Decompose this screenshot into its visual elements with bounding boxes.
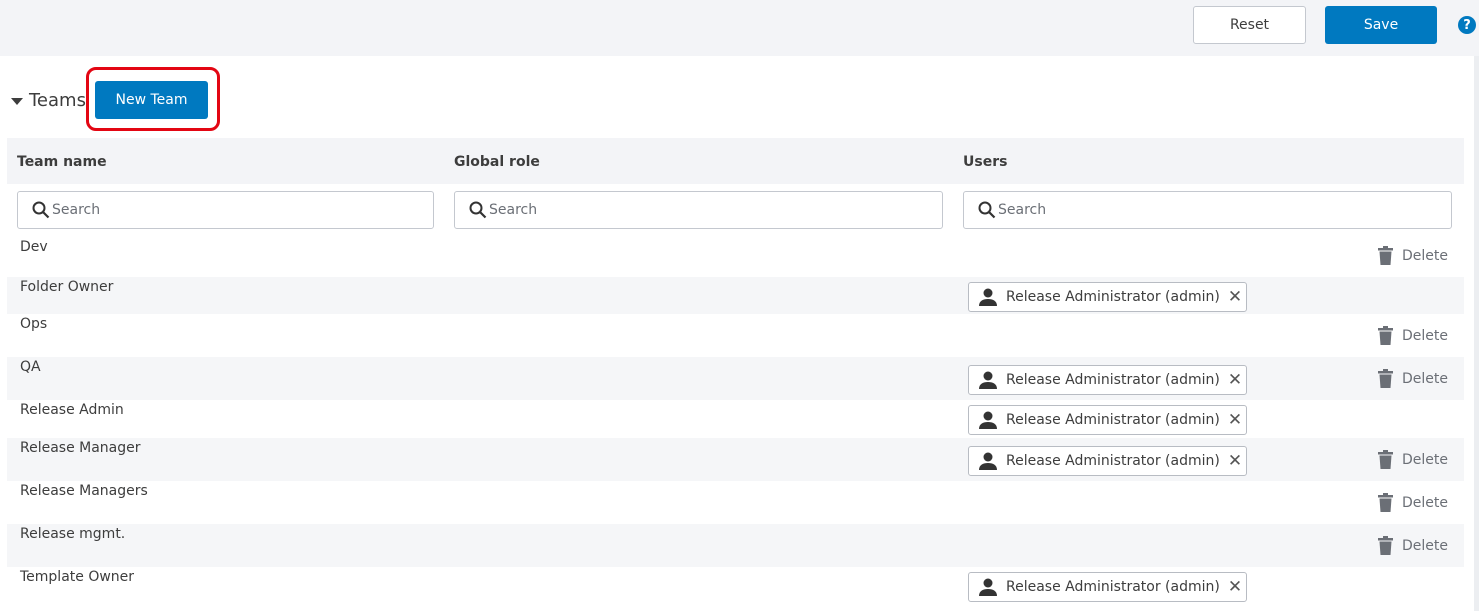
new-team-button[interactable]: New Team [95,81,208,119]
user-icon [979,452,997,470]
table-row[interactable]: Release Manager Release Administrator (ad… [7,438,1464,481]
search-placeholder: Search [998,202,1047,218]
table-row[interactable]: Folder Owner Release Administrator (admin… [7,277,1464,314]
column-header-global-role[interactable]: Global role [454,154,540,170]
team-name: Ops [20,316,48,332]
search-placeholder: Search [489,202,538,218]
global-role-search-input[interactable]: Search [454,191,943,229]
user-icon [979,411,997,429]
delete-label: Delete [1402,451,1448,468]
delete-team-button[interactable]: Delete [1378,450,1448,469]
team-name: Release mgmt. [20,526,126,542]
table-row[interactable]: Release Managers Delete [7,481,1464,524]
delete-team-button[interactable]: Delete [1378,493,1448,512]
user-chip: Release Administrator (admin) ✕ [968,572,1247,602]
table-row[interactable]: Release mgmt. Delete [7,524,1464,567]
team-name: Dev [20,239,48,255]
delete-label: Delete [1402,370,1448,387]
user-chip-label: Release Administrator (admin) [1006,412,1220,428]
column-header-team-name[interactable]: Team name [17,154,107,170]
table-row[interactable]: Ops Delete [7,314,1464,357]
reset-button[interactable]: Reset [1193,6,1306,44]
table-header: Team name Global role Users [7,138,1464,184]
column-header-users[interactable]: Users [963,154,1007,170]
user-icon [979,578,997,596]
search-icon [978,201,996,219]
table-row[interactable]: Release Admin Release Administrator (admi… [7,400,1464,438]
remove-user-icon[interactable]: ✕ [1228,370,1242,390]
team-name: QA [20,359,41,375]
table-row[interactable]: QA Release Administrator (admin) ✕ Delete [7,357,1464,400]
section-title: Teams [29,90,86,111]
trash-icon [1378,326,1393,345]
trash-icon [1378,493,1393,512]
search-icon [32,201,50,219]
table-row[interactable]: Dev Delete [7,237,1464,277]
help-icon[interactable]: ? [1458,16,1476,34]
search-icon [469,201,487,219]
remove-user-icon[interactable]: ✕ [1228,410,1242,430]
collapse-caret-icon[interactable] [11,98,23,105]
delete-team-button[interactable]: Delete [1378,369,1448,388]
user-chip: Release Administrator (admin) ✕ [968,281,1247,312]
team-name-search-input[interactable]: Search [17,191,434,229]
remove-user-icon[interactable]: ✕ [1228,577,1242,597]
trash-icon [1378,246,1393,265]
user-chip-label: Release Administrator (admin) [1006,452,1220,469]
trash-icon [1378,536,1393,555]
user-chip-label: Release Administrator (admin) [1006,579,1220,595]
delete-team-button[interactable]: Delete [1378,246,1448,265]
user-chip: Release Administrator (admin) ✕ [968,364,1247,395]
user-chip-label: Release Administrator (admin) [1006,288,1220,305]
team-name: Release Managers [20,483,148,499]
user-chip: Release Administrator (admin) ✕ [968,405,1247,435]
remove-user-icon[interactable]: ✕ [1228,451,1242,471]
scrollbar[interactable] [1474,56,1479,611]
user-icon [979,288,997,306]
table-row[interactable]: Template Owner Release Administrator (adm… [7,567,1464,605]
search-placeholder: Search [52,202,101,218]
team-name: Folder Owner [20,279,114,295]
trash-icon [1378,450,1393,469]
delete-team-button[interactable]: Delete [1378,326,1448,345]
team-name: Release Admin [20,402,124,418]
team-name: Release Manager [20,440,141,456]
top-toolbar: Reset Save ? [0,0,1479,56]
user-chip: Release Administrator (admin) ✕ [968,445,1247,476]
user-icon [979,371,997,389]
save-button[interactable]: Save [1325,6,1437,44]
users-search-input[interactable]: Search [963,191,1452,229]
delete-label: Delete [1402,247,1448,264]
user-chip-label: Release Administrator (admin) [1006,371,1220,388]
delete-label: Delete [1402,327,1448,344]
remove-user-icon[interactable]: ✕ [1228,287,1242,307]
trash-icon [1378,369,1393,388]
delete-team-button[interactable]: Delete [1378,536,1448,555]
team-name: Template Owner [20,569,135,585]
delete-label: Delete [1402,494,1448,511]
delete-label: Delete [1402,537,1448,554]
